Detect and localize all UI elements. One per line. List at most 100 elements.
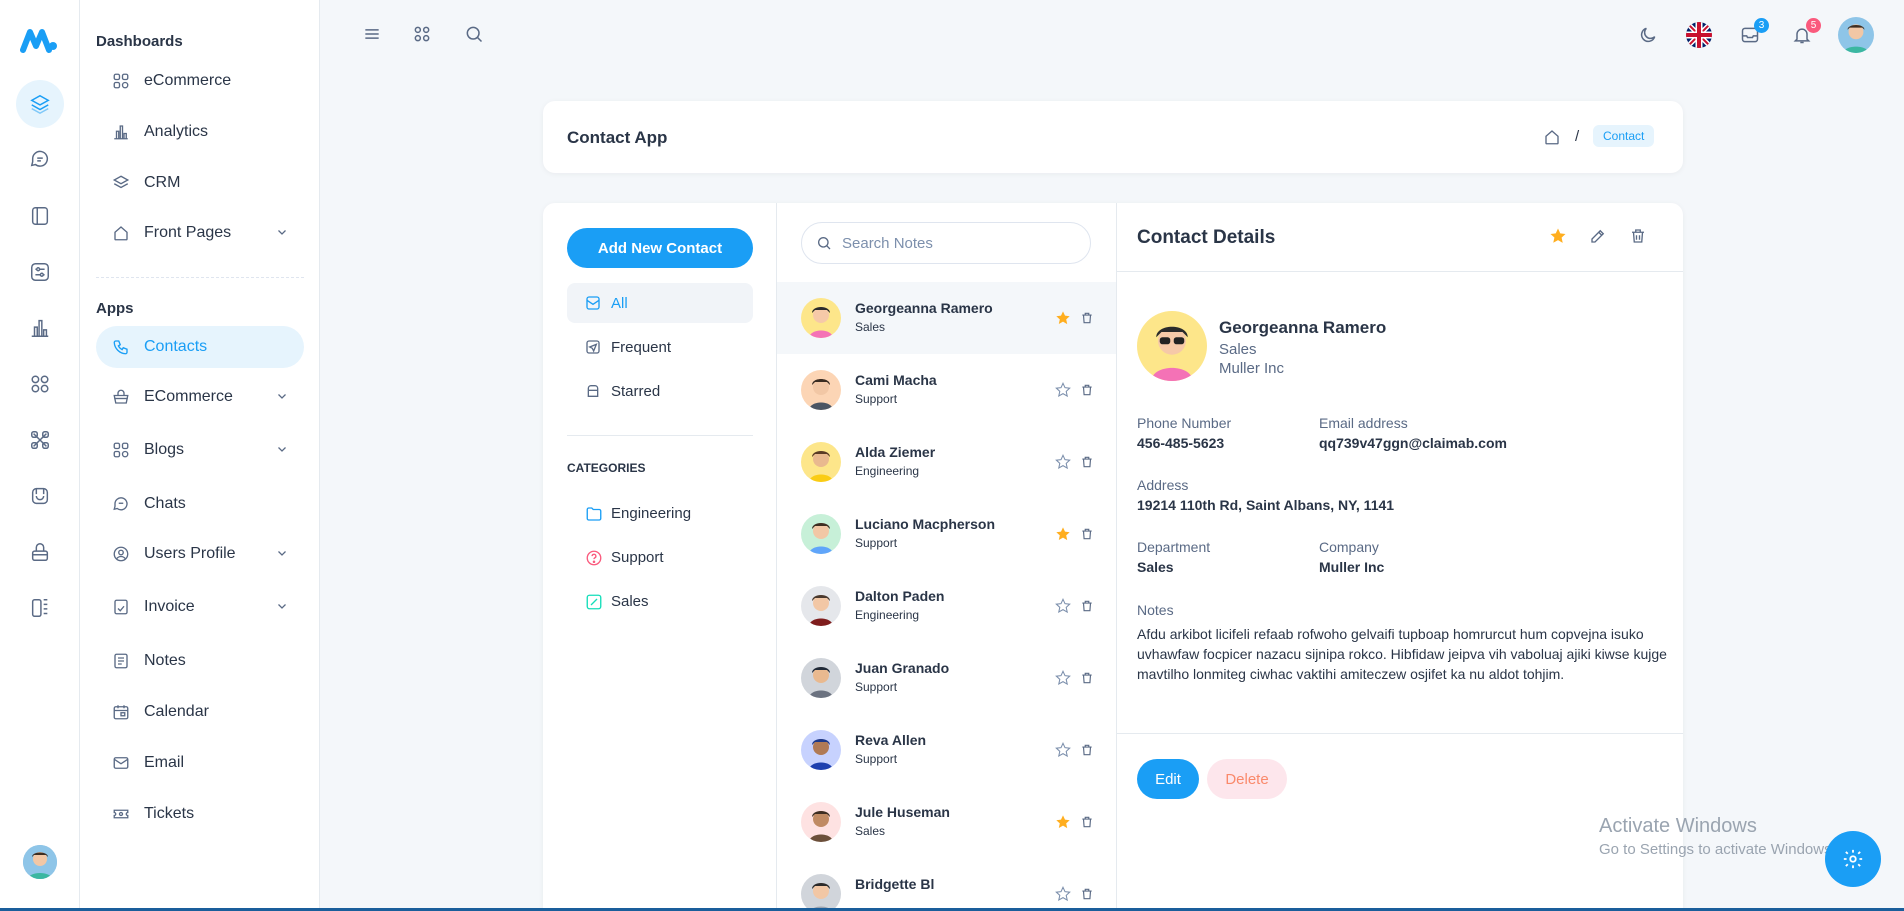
- search-icon[interactable]: [464, 24, 484, 44]
- edit-icon[interactable]: [1589, 227, 1609, 247]
- contact-name: Georgeanna Ramero: [1219, 318, 1387, 337]
- contact-row[interactable]: Bridgette Bl: [777, 858, 1116, 911]
- star-icon[interactable]: [1055, 742, 1071, 758]
- trash-icon[interactable]: [1080, 743, 1094, 757]
- sidebar-item-invoice[interactable]: Invoice: [96, 586, 304, 628]
- settings-fab[interactable]: [1825, 831, 1881, 887]
- filter-label: All: [611, 294, 628, 312]
- trash-icon[interactable]: [1080, 311, 1094, 325]
- layers-icon[interactable]: [16, 80, 64, 128]
- contact-department: Engineering: [855, 608, 920, 622]
- lock-icon[interactable]: [16, 528, 64, 576]
- email-label: Email address: [1319, 415, 1408, 431]
- chat-icon: [112, 495, 130, 513]
- sidebar-item-notes[interactable]: Notes: [96, 640, 304, 682]
- contact-name: Luciano Macpherson: [855, 516, 996, 532]
- uk-flag-icon[interactable]: [1684, 20, 1714, 50]
- book-icon[interactable]: [16, 192, 64, 240]
- breadcrumb: Contact App / Contact: [543, 101, 1683, 173]
- moon-icon[interactable]: [1633, 20, 1663, 50]
- category-engineering[interactable]: Engineering: [567, 493, 753, 533]
- sidebar-item-ecommerce[interactable]: eCommerce: [96, 60, 304, 102]
- contact-department: Support: [855, 680, 898, 694]
- sliders-icon[interactable]: [16, 248, 64, 296]
- category-label: Engineering: [611, 504, 692, 522]
- chevron-down-icon: [276, 600, 288, 612]
- sidebar-item-label: eCommerce: [144, 72, 232, 89]
- chevron-down-icon: [276, 547, 288, 559]
- department-label: Department: [1137, 539, 1211, 555]
- bar-chart-icon[interactable]: [16, 304, 64, 352]
- user-avatar[interactable]: [1838, 17, 1874, 53]
- categories-heading: CATEGORIES: [567, 461, 646, 475]
- star-icon[interactable]: [1055, 454, 1071, 470]
- star-icon[interactable]: [1055, 382, 1071, 398]
- star-icon[interactable]: [1055, 310, 1071, 326]
- sidebar-item-ecommerce-app[interactable]: ECommerce: [96, 376, 304, 418]
- notes-label: Notes: [1137, 602, 1174, 618]
- add-new-contact-button[interactable]: Add New Contact: [567, 228, 753, 268]
- delete-button[interactable]: Delete: [1207, 759, 1287, 799]
- contact-row[interactable]: Luciano Macpherson Support: [777, 498, 1116, 570]
- filter-starred[interactable]: Starred: [567, 371, 753, 411]
- search-input[interactable]: [842, 234, 1072, 252]
- brand-logo-icon[interactable]: [20, 26, 58, 54]
- ui-box-icon[interactable]: [16, 472, 64, 520]
- bell-icon[interactable]: 5: [1787, 18, 1821, 50]
- star-icon[interactable]: [1055, 886, 1071, 902]
- contact-row[interactable]: Cami Macha Support: [777, 354, 1116, 426]
- sidebar-item-front-pages[interactable]: Front Pages: [96, 212, 304, 254]
- apps-grid-icon[interactable]: [412, 24, 432, 44]
- contact-row[interactable]: Georgeanna Ramero Sales: [777, 282, 1116, 354]
- messages-icon[interactable]: 3: [1735, 18, 1769, 50]
- widgets-icon[interactable]: [16, 360, 64, 408]
- contact-row[interactable]: Juan Granado Support: [777, 642, 1116, 714]
- home-icon[interactable]: [1543, 128, 1561, 146]
- sidebar-item-blogs[interactable]: Blogs: [96, 429, 304, 471]
- category-sales[interactable]: Sales: [567, 581, 753, 621]
- contact-row[interactable]: Reva Allen Support: [777, 714, 1116, 786]
- contact-row[interactable]: Jule Huseman Sales: [777, 786, 1116, 858]
- trash-icon[interactable]: [1080, 599, 1094, 613]
- sidebar-divider: [96, 277, 304, 278]
- star-icon[interactable]: [1055, 670, 1071, 686]
- components-icon[interactable]: [16, 416, 64, 464]
- sidebar-item-analytics[interactable]: Analytics: [96, 111, 304, 153]
- sidebar-item-users-profile[interactable]: Users Profile: [96, 533, 304, 575]
- trash-icon[interactable]: [1080, 527, 1094, 541]
- trash-icon[interactable]: [1080, 671, 1094, 685]
- trash-icon[interactable]: [1629, 227, 1649, 247]
- edit-button[interactable]: Edit: [1137, 759, 1199, 799]
- trash-icon[interactable]: [1080, 887, 1094, 901]
- sidebar-item-tickets[interactable]: Tickets: [96, 793, 304, 835]
- sidebar-item-label: Users Profile: [144, 545, 236, 562]
- sidebar-item-calendar[interactable]: Calendar: [96, 691, 304, 733]
- category-label: Support: [611, 548, 664, 566]
- sidebar-item-email[interactable]: Email: [96, 742, 304, 784]
- sidebar-item-chats[interactable]: Chats: [96, 483, 304, 525]
- contact-row[interactable]: Alda Ziemer Engineering: [777, 426, 1116, 498]
- trash-icon[interactable]: [1080, 455, 1094, 469]
- notes-icon: [112, 652, 130, 670]
- star-icon[interactable]: [1055, 526, 1071, 542]
- sidebar-item-crm[interactable]: CRM: [96, 162, 304, 204]
- chat-bubble-icon[interactable]: [16, 135, 64, 183]
- star-icon[interactable]: [1055, 814, 1071, 830]
- category-support[interactable]: Support: [567, 537, 753, 577]
- trash-icon[interactable]: [1080, 815, 1094, 829]
- sidebar-item-contacts[interactable]: Contacts: [96, 326, 304, 368]
- star-icon[interactable]: [1055, 598, 1071, 614]
- mail-icon: [112, 754, 130, 772]
- layout-icon[interactable]: [16, 584, 64, 632]
- search-icon: [816, 235, 832, 251]
- avatar: [801, 802, 841, 842]
- rail-avatar[interactable]: [23, 845, 57, 879]
- menu-icon[interactable]: [362, 24, 382, 44]
- filter-all[interactable]: All: [567, 283, 753, 323]
- sidebar-item-label: Notes: [144, 652, 186, 669]
- page-title: Contact App: [567, 128, 668, 147]
- trash-icon[interactable]: [1080, 383, 1094, 397]
- contact-row[interactable]: Dalton Paden Engineering: [777, 570, 1116, 642]
- star-icon[interactable]: [1549, 227, 1569, 247]
- filter-frequent[interactable]: Frequent: [567, 327, 753, 367]
